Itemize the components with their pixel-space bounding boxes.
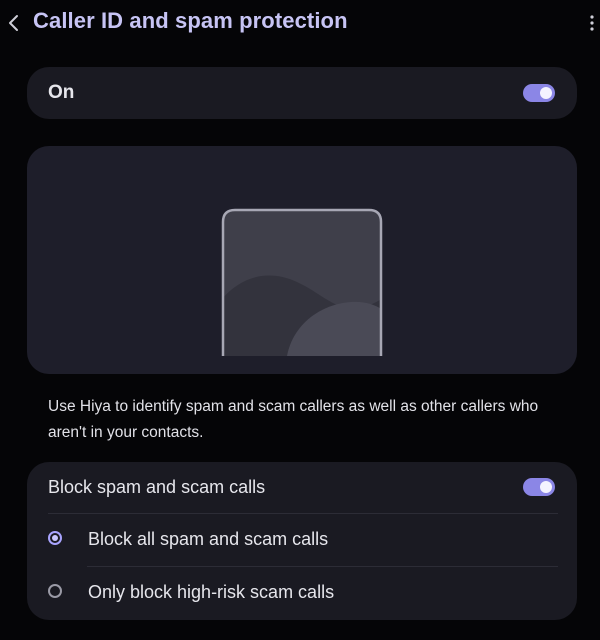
illustration-card [27, 146, 577, 374]
block-spam-toggle[interactable] [523, 478, 555, 496]
option-label: Only block high-risk scam calls [88, 582, 335, 602]
app-header: Caller ID and spam protection [0, 0, 600, 48]
block-spam-label: Block spam and scam calls [48, 477, 266, 497]
master-toggle[interactable] [523, 84, 555, 102]
toggle-knob [540, 87, 552, 99]
radio-unselected[interactable] [48, 584, 62, 598]
block-spam-row[interactable]: Block spam and scam calls [27, 462, 577, 514]
block-options-card: Block spam and scam calls Block all spam… [27, 462, 577, 620]
description-text: Use Hiya to identify spam and scam calle… [48, 398, 539, 441]
toggle-knob [540, 481, 552, 493]
more-vertical-icon[interactable] [584, 12, 600, 34]
option-label: Block all spam and scam calls [88, 529, 329, 549]
phone-illustration [221, 208, 383, 356]
master-switch-row[interactable]: On [27, 67, 577, 119]
page-title: Caller ID and spam protection [33, 8, 348, 33]
radio-selected[interactable] [48, 531, 62, 545]
master-switch-label: On [48, 82, 75, 103]
option-high-risk-only[interactable]: Only block high-risk scam calls [27, 567, 577, 619]
option-block-all[interactable]: Block all spam and scam calls [27, 514, 577, 566]
chevron-left-icon[interactable] [4, 10, 26, 36]
